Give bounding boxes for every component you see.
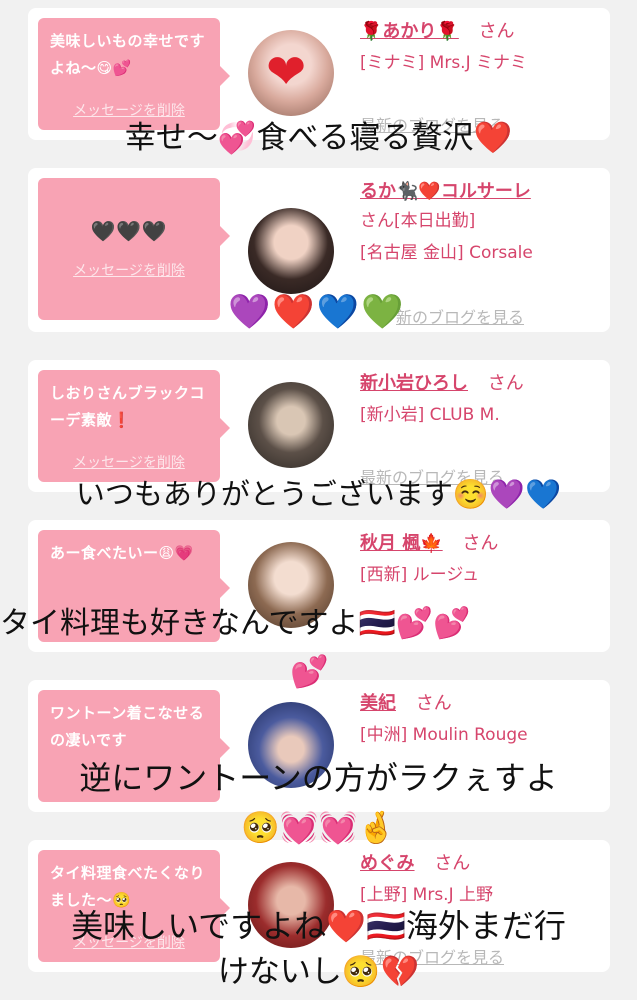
name-line: 新小岩ひろし さん <box>360 370 600 398</box>
delete-message-link[interactable]: メッセージを削除 <box>38 260 220 280</box>
name-line: めぐみ さん <box>360 850 600 878</box>
girl-name-link[interactable]: めぐみ <box>360 853 415 874</box>
message-bubble: しおりさんブラックコーデ素敵❗ メッセージを削除 <box>38 370 230 482</box>
honorific: さん <box>487 373 524 394</box>
shop-name: [中洲] Moulin Rouge <box>360 725 528 745</box>
message-text: 🖤🖤🖤 <box>90 219 168 243</box>
delete-message-link[interactable]: メッセージを削除 <box>38 100 220 120</box>
reply-caption: 💕 <box>290 654 329 690</box>
reply-caption: けないし🥺💔 <box>217 954 420 990</box>
honorific: さん <box>462 533 499 554</box>
avatar[interactable] <box>248 208 334 294</box>
shop-name: [西新] ルージュ <box>360 565 480 585</box>
girl-info: 🌹あかり🌹 さん [ミナミ] Mrs.J ミナミ 最新のブログを見る <box>360 18 600 135</box>
girl-name-link[interactable]: 秋月 楓🍁 <box>360 533 443 554</box>
avatar[interactable]: ❤ <box>248 30 334 116</box>
reply-caption: 幸せ〜💞食べる寝る贅沢❤️ <box>124 120 513 156</box>
girl-name-link[interactable]: るか🐈‍⬛❤️コルサーレ <box>360 181 531 202</box>
reply-emoji-row: 💜❤️💙💚 <box>228 292 406 332</box>
shop-name: [ミナミ] Mrs.J ミナミ <box>360 53 528 73</box>
girl-name-link[interactable]: 美紀 <box>360 693 396 714</box>
shop-name: [名古屋 金山] Corsale <box>360 243 533 263</box>
heart-sticker-icon: ❤ <box>266 44 307 100</box>
name-line: 秋月 楓🍁 さん <box>360 530 600 558</box>
reply-caption: タイ料理も好きなんですよ🇹🇭💕💕 <box>0 606 471 641</box>
honorific: さん <box>415 693 452 714</box>
message-card: しおりさんブラックコーデ素敵❗ メッセージを削除 新小岩ひろし さん [新小岩]… <box>28 360 610 492</box>
honorific: さん <box>478 21 515 42</box>
avatar[interactable] <box>248 382 334 468</box>
honorific: さん[本日出勤] <box>360 211 476 231</box>
message-text: 美味しいもの幸せですよね〜😋💕 <box>50 32 206 77</box>
message-bubble: 🖤🖤🖤 メッセージを削除 <box>38 178 230 320</box>
message-bubble: 美味しいもの幸せですよね〜😋💕 メッセージを削除 <box>38 18 230 130</box>
name-line: るか🐈‍⬛❤️コルサーレ <box>360 178 600 206</box>
message-text: しおりさんブラックコーデ素敵❗ <box>50 384 206 429</box>
reply-caption: 美味しいですよね❤️🇹🇭海外まだ行 <box>71 907 566 945</box>
name-line: 美紀 さん <box>360 690 600 718</box>
delete-message-link[interactable]: メッセージを削除 <box>38 452 220 472</box>
girl-info: めぐみ さん [上野] Mrs.J 上野 最新のブログを見る <box>360 850 600 967</box>
girl-info: 新小岩ひろし さん [新小岩] CLUB M. 最新のブログを見る <box>360 370 600 487</box>
girl-name-link[interactable]: 新小岩ひろし <box>360 373 468 394</box>
girl-info: るか🐈‍⬛❤️コルサーレ さん[本日出勤] [名古屋 金山] Corsale 新… <box>360 178 600 327</box>
reply-caption: いつもありがとうございます☺️💜💙 <box>75 477 562 511</box>
message-text: ワントーン着こなせるの凄いです <box>50 704 205 749</box>
shop-name: [新小岩] CLUB M. <box>360 405 500 425</box>
girl-info: 秋月 楓🍁 さん [西新] ルージュ <box>360 530 600 592</box>
name-line: 🌹あかり🌹 さん <box>360 18 600 46</box>
message-text: あー食べたいー😩💗 <box>50 544 194 562</box>
reply-caption: 逆にワントーンの方がラクぇすよ <box>79 759 558 797</box>
honorific: さん <box>434 853 471 874</box>
girl-name-link[interactable]: 🌹あかり🌹 <box>360 21 459 42</box>
girl-info: 美紀 さん [中洲] Moulin Rouge <box>360 690 600 752</box>
latest-blog-link[interactable]: 新のブログを見る <box>396 304 524 328</box>
reply-caption: 🥺💓💓🤞 <box>241 810 396 846</box>
